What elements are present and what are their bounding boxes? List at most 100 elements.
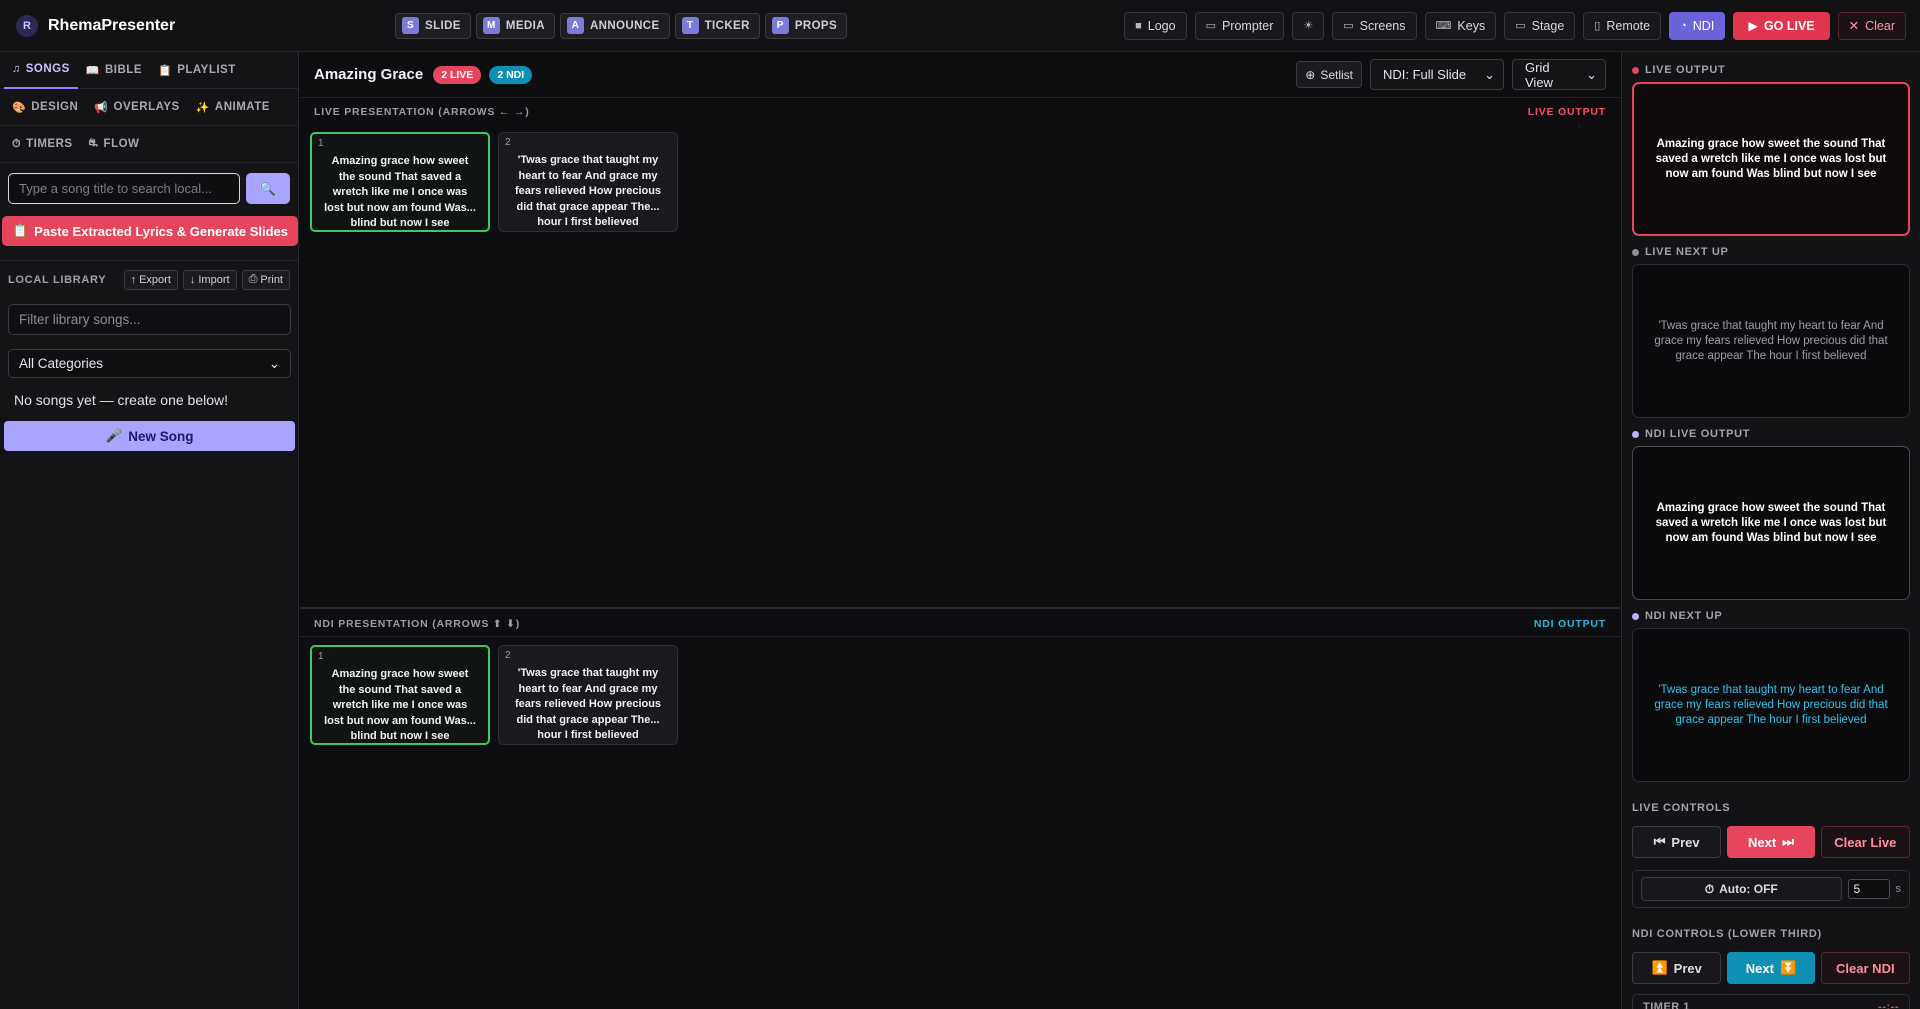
tab-timers[interactable]: ⏱ TIMERS (4, 126, 81, 163)
sidebar-tab-row: ⏱ TIMERS ⛐ FLOW (0, 126, 298, 163)
mode-key: M (482, 17, 500, 34)
ndi-next-preview: 'Twas grace that taught my heart to fear… (1632, 628, 1910, 782)
tab-label: OVERLAYS (113, 101, 180, 113)
ndi-next-header: NDI NEXT UP (1632, 610, 1910, 622)
prev-label: Prev (1671, 834, 1700, 850)
prompter-button[interactable]: ▭ Prompter (1194, 11, 1285, 40)
slide-number: 1 (318, 138, 324, 149)
timer-label: TIMER 1 (1643, 1001, 1690, 1009)
display-icon: ▭ (1515, 20, 1526, 32)
mode-props-button[interactable]: P PROPS (764, 12, 848, 39)
next-label: Next (1745, 960, 1774, 976)
close-icon: ✕ (1848, 19, 1860, 33)
book-icon: 📖 (85, 64, 100, 77)
keyboard-icon: ⌨ (1435, 20, 1452, 32)
tab-playlist[interactable]: 📋 PLAYLIST (150, 52, 244, 89)
ndi-prev-button[interactable]: ⏫ Prev (1632, 952, 1722, 984)
auto-advance-toggle[interactable]: ⏱ Auto: OFF (1641, 877, 1842, 901)
ndi-slide-card[interactable]: 1 Amazing grace how sweet the sound That… (310, 645, 490, 745)
chevron-down-icon: ⌄ (268, 355, 280, 371)
slide-number: 1 (318, 651, 324, 662)
ndi-mode-select[interactable]: NDI: Full Slide ⌄ (1370, 59, 1504, 90)
song-title: Amazing Grace (314, 66, 424, 83)
clear-ndi-button[interactable]: Clear NDI (1820, 952, 1910, 984)
mode-ticker-button[interactable]: T TICKER (674, 12, 760, 39)
auto-unit: s (1895, 883, 1902, 895)
mode-key: T (681, 17, 699, 34)
mode-media-button[interactable]: M MEDIA (475, 12, 555, 39)
category-select[interactable]: All Categories ⌄ (8, 349, 291, 378)
tab-design[interactable]: 🎨 DESIGN (4, 89, 86, 126)
tab-flow[interactable]: ⛐ FLOW (81, 126, 148, 163)
ndi-next-button[interactable]: Next ⏬ (1727, 952, 1815, 984)
setlist-label: Setlist (1320, 67, 1353, 82)
view-value: Grid View (1525, 59, 1553, 90)
search-button[interactable]: 🔍 (246, 173, 290, 204)
go-live-button[interactable]: ▶ GO LIVE (1733, 11, 1830, 40)
skip-up-icon: ⏫ (1651, 960, 1668, 975)
live-slide-card[interactable]: 1 Amazing grace how sweet the sound That… (310, 132, 490, 232)
live-prev-button[interactable]: ⏮ Prev (1632, 826, 1722, 858)
monitor-icon: ▭ (1205, 20, 1216, 32)
logo-button[interactable]: ■ Logo (1124, 11, 1187, 40)
import-button[interactable]: ↓ Import (182, 269, 237, 290)
brand: R RhemaPresenter (0, 14, 395, 37)
paste-lyrics-button[interactable]: 📋 Paste Extracted Lyrics & Generate Slide… (2, 216, 298, 246)
remote-button[interactable]: ▯ Remote (1583, 11, 1662, 40)
ndi-mode-value: NDI: Full Slide (1383, 67, 1467, 82)
tab-overlays[interactable]: 📢 OVERLAYS (86, 89, 187, 126)
main-area: Amazing Grace 2 LIVE 2 NDI ⊕ Setlist NDI:… (300, 52, 1620, 1009)
screens-label: Screens (1359, 18, 1406, 33)
slide-text: Amazing grace how sweet the sound That s… (324, 155, 476, 229)
print-button[interactable]: ⎙ Print (241, 269, 290, 290)
clear-button[interactable]: ✕ Clear (1837, 11, 1906, 40)
song-search-input[interactable] (8, 173, 240, 204)
library-filter-input[interactable] (8, 304, 291, 335)
tab-label: BIBLE (105, 64, 142, 76)
palette-icon: 🎨 (12, 101, 27, 114)
theme-toggle-button[interactable]: ☀ (1292, 11, 1325, 40)
mode-announce-button[interactable]: A ANNOUNCE (559, 12, 670, 39)
stage-label: Stage (1531, 18, 1565, 33)
live-slide-card[interactable]: 2 'Twas grace that taught my heart to fe… (498, 132, 678, 232)
timer-value: --:-- (1878, 1001, 1899, 1009)
setlist-button[interactable]: ⊕ Setlist (1296, 61, 1362, 88)
ndi-button[interactable]: ◔ NDI (1669, 11, 1726, 40)
ndi-controls-row: ⏫ Prev Next ⏬ Clear NDI (1632, 952, 1910, 984)
ndi-count-badge: 2 NDI (489, 65, 533, 84)
ndi-section-header: NDI PRESENTATION (ARROWS ⬆ ⬇) NDI OUTPUT (300, 612, 1620, 636)
tab-animate[interactable]: ✨ ANIMATE (188, 89, 278, 126)
clear-live-button[interactable]: Clear Live (1820, 826, 1910, 858)
new-song-button[interactable]: 🎤 New Song (4, 421, 295, 451)
live-next-button[interactable]: Next ⏭ (1727, 826, 1815, 858)
stopwatch-icon: ⏱ (1704, 881, 1715, 896)
auto-interval-input[interactable] (1847, 879, 1890, 899)
slide-number: 2 (505, 137, 511, 148)
go-live-label: GO LIVE (1763, 18, 1815, 33)
tab-label: ANIMATE (214, 101, 270, 113)
ndi-live-preview: Amazing grace how sweet the sound That s… (1632, 446, 1910, 600)
mode-slide-button[interactable]: S SLIDE (395, 12, 471, 39)
stage-button[interactable]: ▭ Stage (1504, 11, 1576, 40)
view-select[interactable]: Grid View ⌄ (1512, 59, 1606, 90)
slide-text: 'Twas grace that taught my heart to fear… (514, 154, 662, 228)
globe-icon: ⊕ (1305, 67, 1316, 82)
keys-button[interactable]: ⌨ Keys (1424, 11, 1497, 40)
sidebar-tab-row: 🎨 DESIGN 📢 OVERLAYS ✨ ANIMATE (0, 89, 298, 126)
app-logo-icon: R (16, 14, 38, 37)
arrow-up-icon: ↑ (130, 273, 137, 286)
ndi-slide-card[interactable]: 2 'Twas grace that taught my heart to fe… (498, 645, 678, 745)
search-icon: 🔍 (259, 180, 277, 196)
export-button[interactable]: ↑ Export (123, 269, 178, 290)
section-divider[interactable] (300, 607, 1620, 609)
mode-label: SLIDE (425, 19, 461, 32)
screens-button[interactable]: ▭ Screens (1332, 11, 1417, 40)
tab-songs[interactable]: ♫ SONGS (4, 52, 78, 89)
tab-bible[interactable]: 📖 BIBLE (78, 52, 150, 89)
top-bar: R RhemaPresenter S SLIDE M MEDIA A ANNOUNCE… (0, 0, 1920, 52)
live-count-badge: 2 LIVE (433, 65, 482, 84)
paste-lyrics-label: Paste Extracted Lyrics & Generate Slides (34, 223, 289, 239)
live-output-tag: LIVE OUTPUT (1527, 106, 1606, 118)
print-label: Print (260, 273, 283, 286)
clipboard-icon: 📋 (11, 223, 29, 238)
